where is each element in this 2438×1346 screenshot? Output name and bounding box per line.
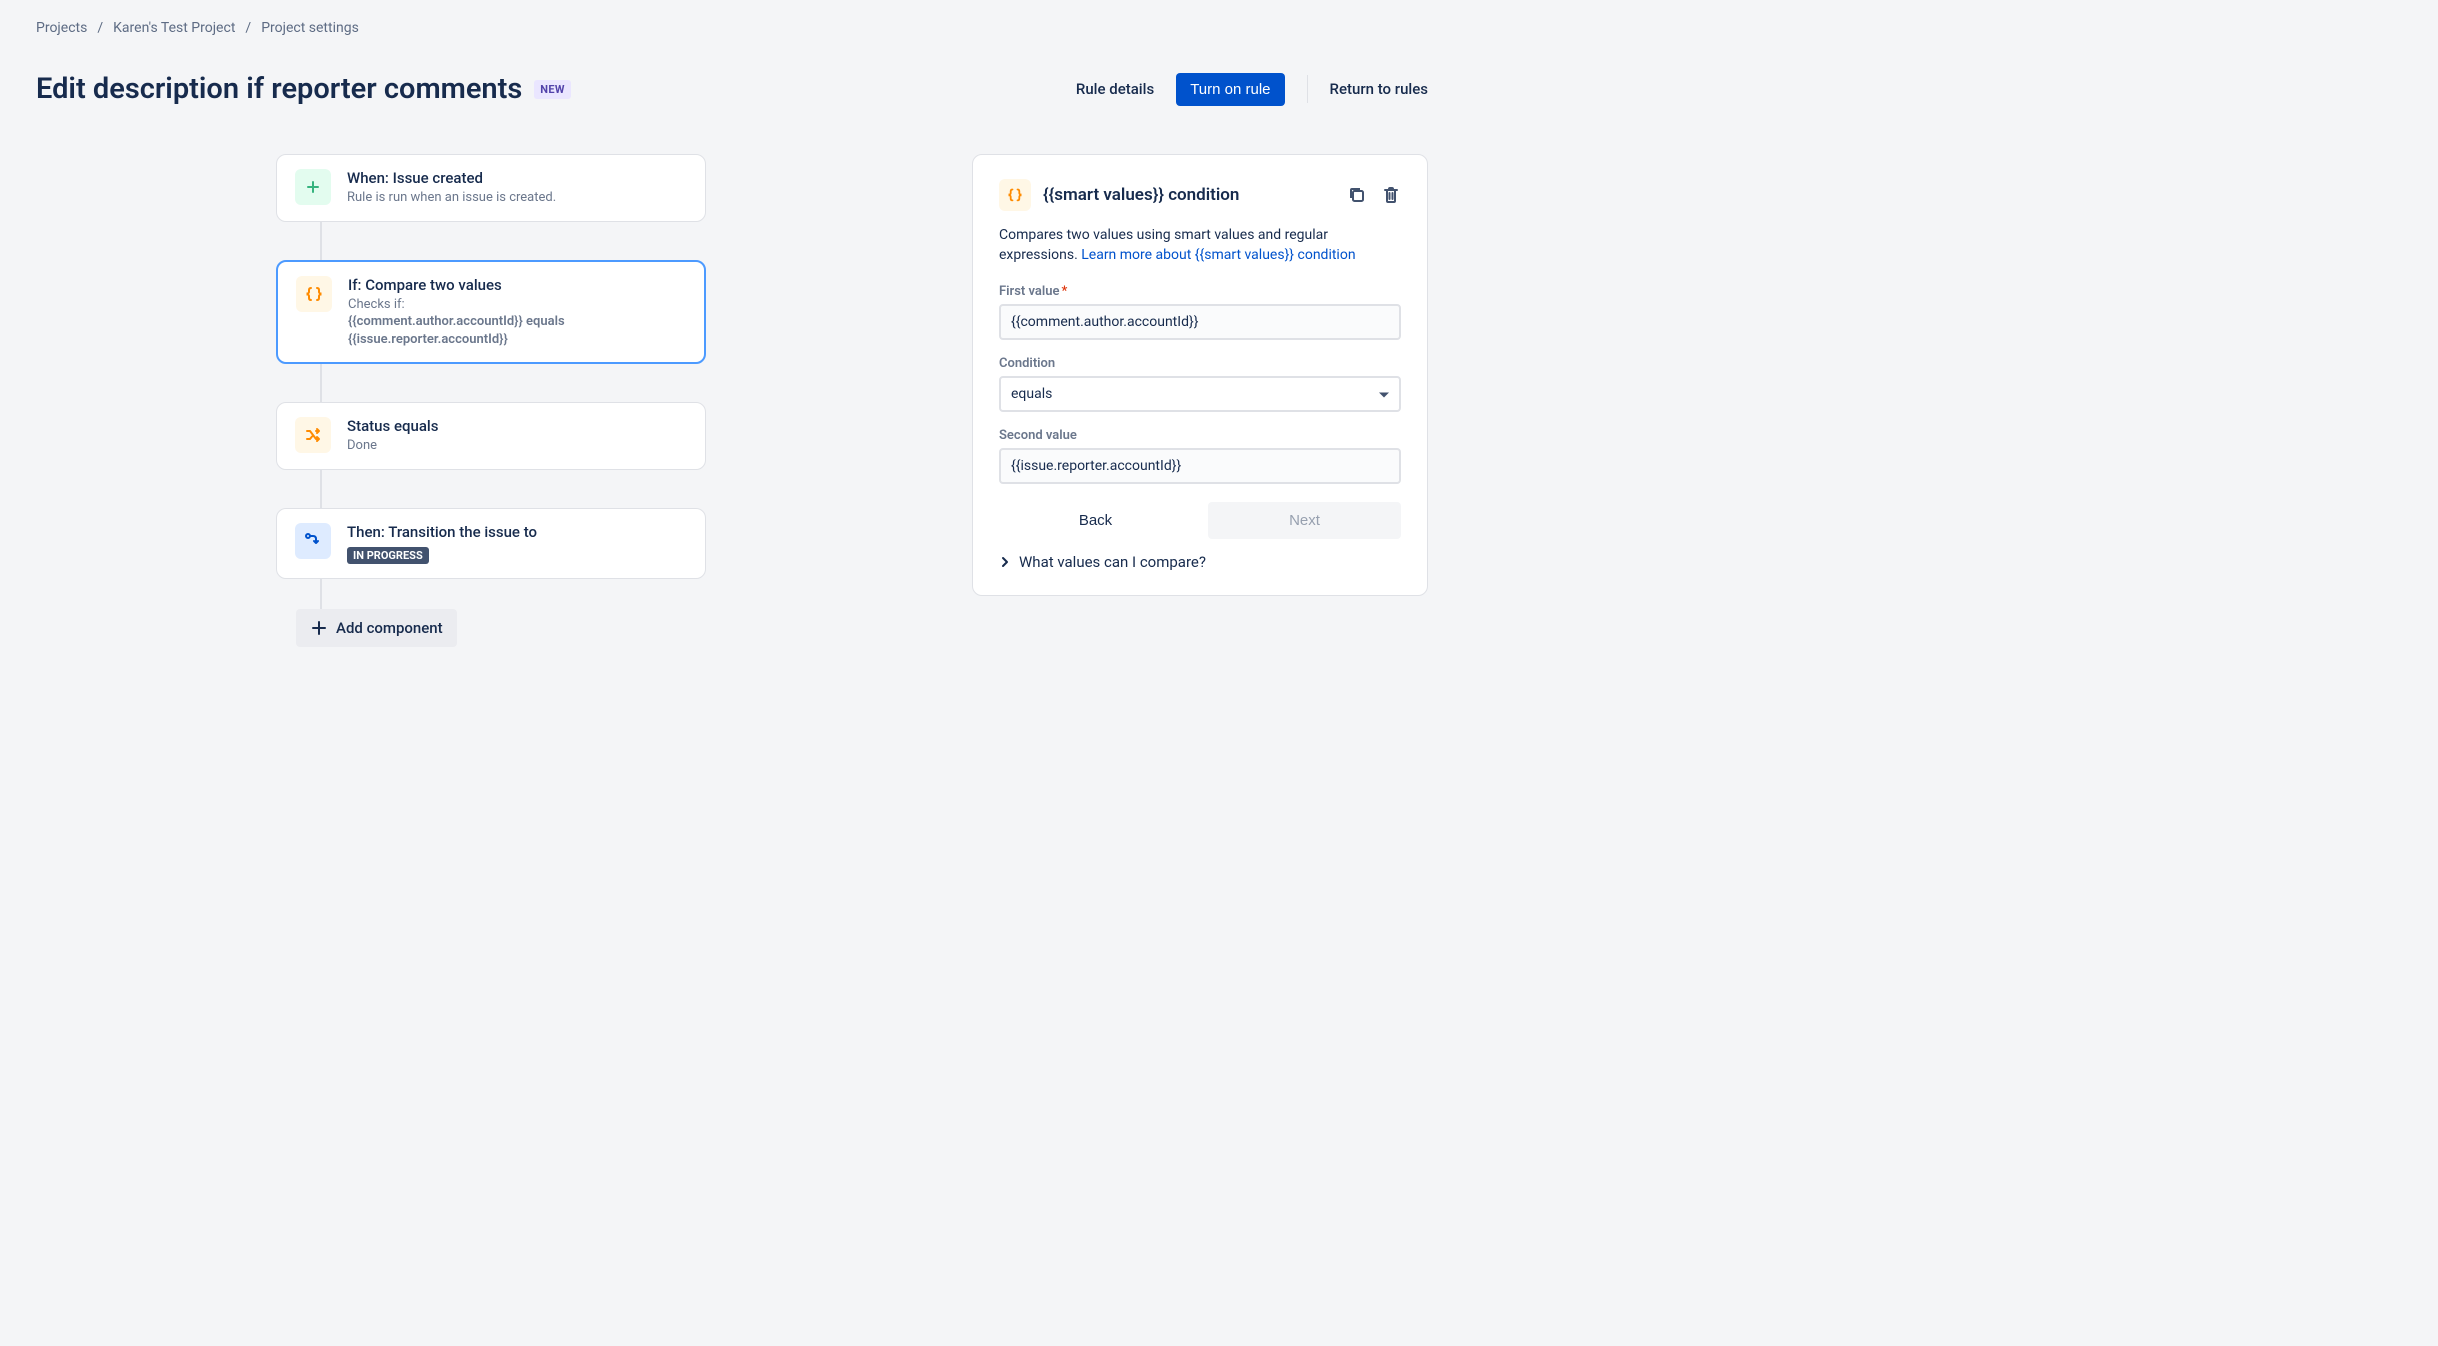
trigger-sub: Rule is run when an issue is created.: [347, 189, 687, 207]
trigger-node[interactable]: When: Issue created Rule is run when an …: [276, 154, 706, 222]
connector: [320, 470, 322, 508]
condition1-title: If: Compare two values: [348, 276, 686, 294]
connector: [320, 364, 322, 402]
expand-help-row[interactable]: What values can I compare?: [999, 553, 1401, 571]
first-value-input[interactable]: [999, 304, 1401, 340]
breadcrumb-sep: /: [97, 20, 103, 36]
action-title: Then: Transition the issue to: [347, 523, 687, 541]
plus-icon: [310, 619, 328, 637]
connector: [320, 222, 322, 260]
page-header: Edit description if reporter comments NE…: [36, 72, 1428, 106]
condition-editor-panel: {{smart values}} condition Compares two …: [972, 154, 1428, 596]
condition-label: Condition: [999, 356, 1401, 371]
divider: [1307, 75, 1308, 103]
new-badge: NEW: [534, 80, 570, 99]
back-button[interactable]: Back: [999, 502, 1192, 539]
first-value-label: First value*: [999, 284, 1401, 299]
add-component-label: Add component: [336, 619, 443, 637]
shuffle-icon: [295, 417, 331, 453]
copy-icon[interactable]: [1347, 185, 1367, 205]
braces-icon: [296, 276, 332, 312]
second-value-label: Second value: [999, 428, 1401, 443]
condition-status-node[interactable]: Status equals Done: [276, 402, 706, 470]
braces-icon: [999, 179, 1031, 211]
next-button[interactable]: Next: [1208, 502, 1401, 539]
chevron-right-icon: [999, 556, 1011, 568]
trigger-title: When: Issue created: [347, 169, 687, 187]
panel-title: {{smart values}} condition: [1043, 185, 1335, 205]
expand-help-label: What values can I compare?: [1019, 553, 1206, 571]
flow-icon: [295, 523, 331, 559]
breadcrumb-project-name[interactable]: Karen's Test Project: [113, 20, 235, 36]
return-to-rules-link[interactable]: Return to rules: [1330, 80, 1428, 98]
rule-chain: When: Issue created Rule is run when an …: [276, 154, 706, 647]
add-component-button[interactable]: Add component: [296, 609, 457, 647]
panel-description: Compares two values using smart values a…: [999, 225, 1401, 266]
breadcrumb-project-settings[interactable]: Project settings: [261, 20, 359, 36]
condition2-sub: Done: [347, 437, 687, 455]
turn-on-rule-button[interactable]: Turn on rule: [1176, 73, 1284, 106]
trash-icon[interactable]: [1381, 185, 1401, 205]
condition1-sub: Checks if: {{comment.author.accountId}} …: [348, 296, 686, 349]
plus-icon: [295, 169, 331, 205]
second-value-input[interactable]: [999, 448, 1401, 484]
rule-details-link[interactable]: Rule details: [1076, 80, 1154, 98]
breadcrumb: Projects / Karen's Test Project / Projec…: [36, 20, 1428, 36]
page-title: Edit description if reporter comments: [36, 72, 522, 106]
status-lozenge: IN PROGRESS: [347, 547, 429, 564]
breadcrumb-sep: /: [245, 20, 251, 36]
condition-select[interactable]: equals: [999, 376, 1401, 412]
condition-compare-node[interactable]: If: Compare two values Checks if: {{comm…: [276, 260, 706, 365]
connector: [320, 579, 322, 609]
learn-more-link[interactable]: Learn more about {{smart values}} condit…: [1081, 247, 1355, 263]
condition2-title: Status equals: [347, 417, 687, 435]
action-transition-node[interactable]: Then: Transition the issue to IN PROGRES…: [276, 508, 706, 579]
breadcrumb-projects[interactable]: Projects: [36, 20, 87, 36]
